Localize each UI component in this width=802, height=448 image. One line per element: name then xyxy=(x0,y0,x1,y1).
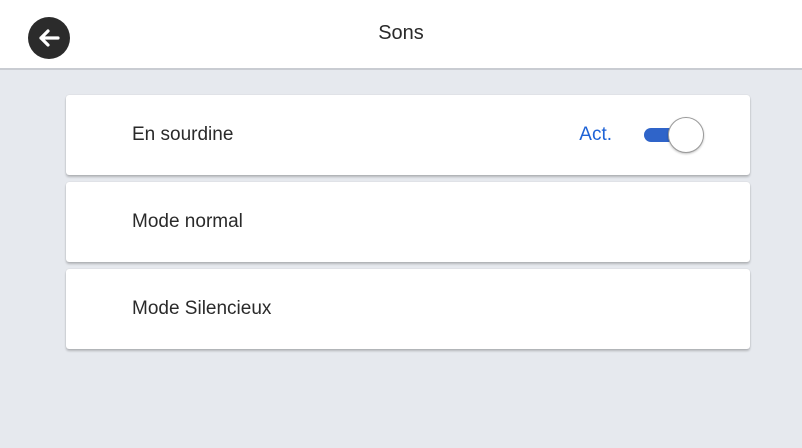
page-title: Sons xyxy=(378,22,424,44)
setting-row-silent-mode[interactable]: Mode Silencieux xyxy=(66,269,750,349)
setting-label-mute: En sourdine xyxy=(132,124,234,145)
setting-row-mute[interactable]: En sourdine Act. xyxy=(66,95,750,175)
toggle-knob xyxy=(668,117,704,153)
header-bar: Sons xyxy=(0,0,802,70)
setting-value-mute: Act. xyxy=(579,124,612,145)
mute-toggle-switch[interactable] xyxy=(642,117,706,153)
setting-row-normal-mode[interactable]: Mode normal xyxy=(66,182,750,262)
settings-list: En sourdine Act. Mode normal Mode Silenc… xyxy=(66,95,750,356)
setting-label-silent-mode: Mode Silencieux xyxy=(132,298,272,319)
setting-label-normal-mode: Mode normal xyxy=(132,211,243,232)
